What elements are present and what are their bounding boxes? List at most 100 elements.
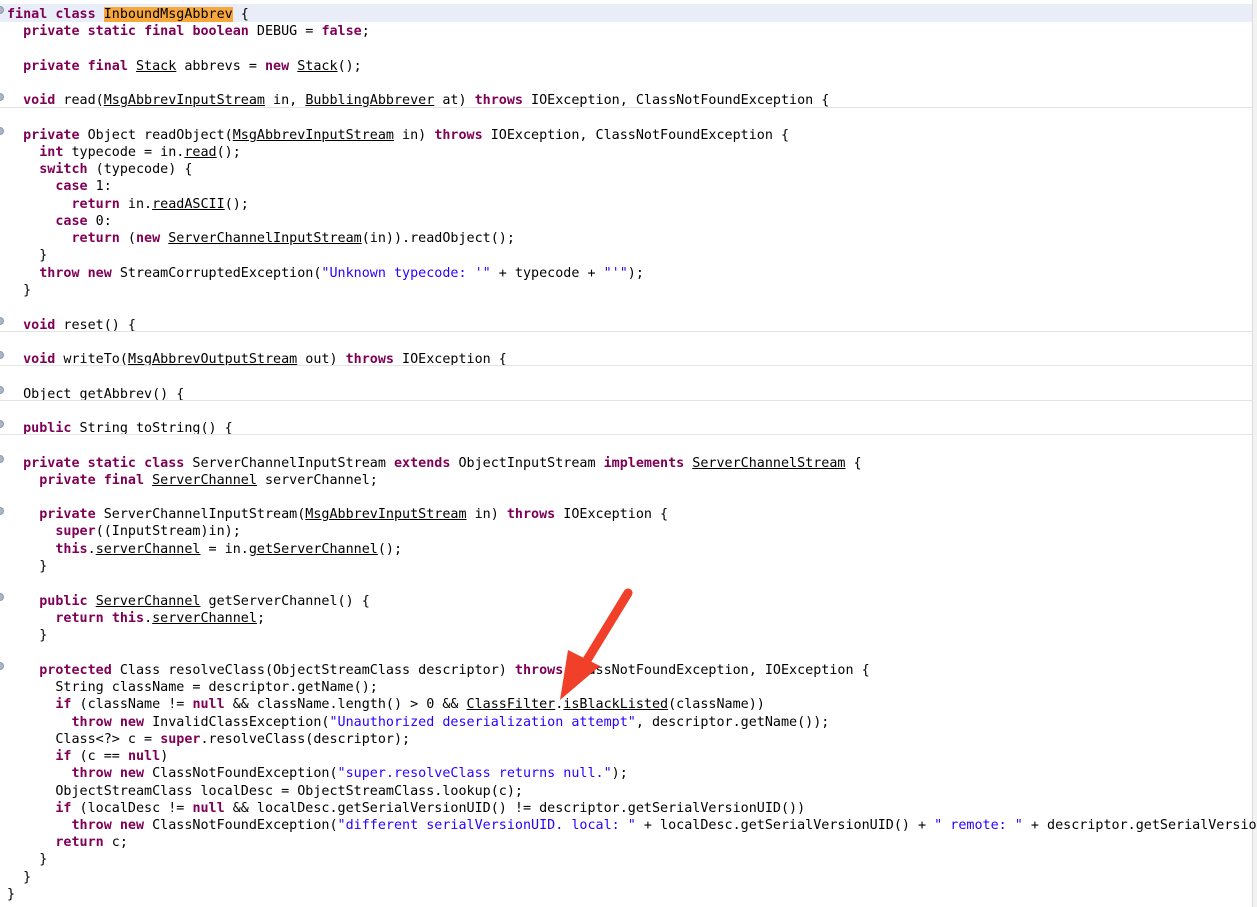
- string-token: "super.resolveClass returns null.": [337, 766, 612, 781]
- code-line: }: [7, 886, 15, 903]
- code-token: ClassNotFoundException, IOException {: [563, 663, 870, 678]
- fold-separator: [0, 365, 1252, 366]
- code-token: , descriptor.getName());: [635, 715, 830, 730]
- keyword-token: null: [192, 697, 225, 712]
- code-token: String className = descriptor.getName();: [7, 680, 378, 695]
- code-token: in): [394, 128, 435, 143]
- fold-toggle-icon[interactable]: [0, 507, 4, 515]
- keyword-token: null: [127, 749, 161, 764]
- keyword-token: super: [55, 524, 96, 539]
- code-line: private final ServerChannel serverChanne…: [7, 472, 378, 489]
- keyword-token: return: [71, 231, 120, 246]
- keyword-token: private: [23, 59, 80, 74]
- fold-toggle-icon[interactable]: [0, 93, 4, 101]
- keyword-token: throws: [474, 93, 523, 108]
- keyword-token: switch: [39, 162, 88, 177]
- fold-toggle-icon[interactable]: [0, 317, 4, 325]
- code-editor[interactable]: final class InboundMsgAbbrev { private s…: [0, 0, 1257, 907]
- code-token: ClassNotFoundException(: [144, 766, 338, 781]
- code-line: super((InputStream)in);: [7, 523, 241, 540]
- fold-toggle-icon[interactable]: [0, 386, 4, 394]
- code-token: abbrevs =: [176, 59, 265, 74]
- code-token: StreamCorruptedException(: [111, 266, 322, 281]
- fold-toggle-icon[interactable]: [0, 127, 4, 135]
- string-token: "'": [603, 266, 628, 281]
- fold-toggle-icon[interactable]: [0, 351, 4, 359]
- code-line: String className = descriptor.getName();: [7, 679, 378, 696]
- reference-token: read: [184, 145, 217, 160]
- fold-toggle-icon[interactable]: [0, 593, 4, 601]
- code-token: );: [611, 766, 628, 781]
- code-token: Class resolveClass(ObjectStreamClass des…: [111, 663, 515, 678]
- code-line: protected Class resolveClass(ObjectStrea…: [7, 662, 870, 679]
- code-token: ();: [377, 542, 403, 557]
- keyword-token: throws: [506, 507, 556, 522]
- fold-separator: [0, 434, 1252, 435]
- keyword-token: throw: [71, 715, 112, 730]
- string-token: "different serialVersionUID. local: ": [337, 818, 636, 833]
- code-token: Object readObject(: [79, 128, 233, 143]
- code-token: );: [627, 266, 644, 281]
- keyword-token: private: [39, 507, 96, 522]
- code-token: ();: [337, 59, 362, 74]
- code-token: ();: [224, 197, 249, 212]
- code-token: Class<?> c =: [7, 732, 161, 747]
- fold-toggle-icon[interactable]: [0, 662, 4, 670]
- code-line: throw new InvalidClassException("Unautho…: [7, 714, 830, 731]
- code-token: IOException {: [555, 507, 669, 522]
- code-line: public ServerChannel getServerChannel() …: [7, 593, 370, 610]
- code-token: (in)).readObject();: [361, 231, 515, 246]
- code-line: case 0:: [7, 213, 111, 230]
- keyword-token: case: [55, 214, 88, 229]
- code-token: }: [7, 628, 48, 643]
- string-token: "Unauthorized deserialization attempt": [329, 715, 636, 730]
- code-token: in): [466, 507, 507, 522]
- keyword-token: this: [55, 542, 88, 557]
- fold-toggle-icon[interactable]: [0, 455, 4, 463]
- code-token: && className.length() > 0 &&: [224, 697, 467, 712]
- code-line: private static final boolean DEBUG = fal…: [7, 23, 370, 40]
- code-token: 1:: [87, 179, 112, 194]
- keyword-token: class: [55, 7, 96, 22]
- code-line: }: [7, 869, 31, 886]
- code-token: ): [160, 749, 169, 764]
- keyword-token: final: [7, 7, 48, 22]
- keyword-token: private: [23, 128, 80, 143]
- keyword-token: new: [265, 59, 290, 74]
- code-token: DEBUG =: [248, 24, 322, 39]
- keyword-token: return: [55, 835, 104, 850]
- keyword-token: super: [160, 732, 201, 747]
- code-token: in.: [119, 197, 153, 212]
- keyword-token: new: [119, 818, 145, 833]
- fold-toggle-icon[interactable]: [0, 420, 4, 428]
- keyword-token: return: [55, 611, 104, 626]
- code-line: case 1:: [7, 178, 112, 195]
- editor-scrollbar[interactable]: [1252, 0, 1257, 907]
- code-line: final class InboundMsgAbbrev {: [7, 6, 249, 23]
- keyword-token: boolean: [192, 24, 249, 39]
- code-line: }: [7, 627, 47, 644]
- reference-token: MsgAbbrevInputStream: [103, 93, 265, 108]
- code-token: (: [119, 231, 136, 246]
- reference-token: serverChannel: [152, 611, 257, 626]
- code-token: ((InputStream)in);: [95, 524, 241, 539]
- code-token: ObjectInputStream: [450, 456, 604, 471]
